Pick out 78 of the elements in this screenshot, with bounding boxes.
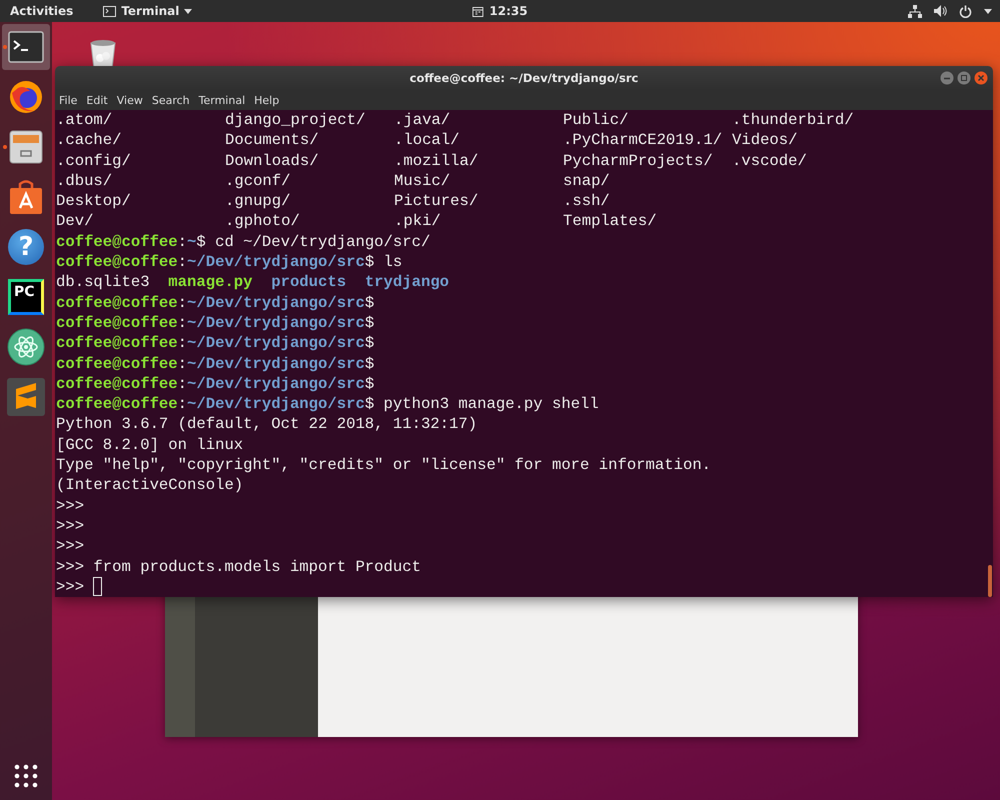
listing-entry: Documents/ — [225, 130, 320, 151]
browser-icon — [8, 79, 44, 115]
terminal-line: (InteractiveConsole) — [56, 475, 244, 496]
file-cabinet-icon — [9, 129, 43, 165]
ide-logo-icon: PC — [8, 279, 44, 315]
listing-entry: Videos/ — [732, 130, 799, 151]
terminal-line: Type "help", "copyright", "credits" or "license" for more information. — [56, 455, 712, 476]
menu-item[interactable]: Search — [152, 94, 190, 106]
listing-entry: Desktop/ — [56, 191, 132, 212]
dock-item[interactable] — [2, 24, 50, 70]
maximize-button[interactable] — [957, 71, 971, 85]
terminal-line: db.sqlite3 manage.py products trydjango — [56, 272, 450, 293]
listing-entry: .dbus/ — [56, 170, 114, 192]
listing-entry: .pki/ — [394, 211, 442, 232]
listing-entry: Templates/ — [563, 211, 658, 232]
menu-item[interactable]: Help — [254, 94, 280, 106]
terminal-line: coffee@coffee:~/Dev/trydjango/src$ — [56, 333, 374, 354]
caret-icon[interactable] — [984, 8, 992, 14]
shopping-bag-icon — [9, 179, 43, 215]
listing-entry: .config/ — [56, 150, 132, 171]
menu-item[interactable]: Terminal — [198, 94, 246, 106]
listing-entry: .ssh/ — [563, 191, 611, 212]
terminal-line: >>> from products.models import Product — [56, 556, 421, 577]
close-button[interactable] — [974, 71, 988, 85]
terminal-line: >>> — [56, 496, 84, 516]
terminal-line: Python 3.6.7 (default, Oct 22 2018, 11:32:17) — [56, 414, 478, 435]
menu-item[interactable]: File — [59, 94, 78, 106]
terminal-line: coffee@coffee:~/Dev/trydjango/src$ — [56, 374, 374, 394]
listing-entry: .vscode/ — [732, 150, 808, 171]
menu-item[interactable]: Edit — [86, 94, 108, 106]
terminal-line: >>> — [56, 516, 84, 536]
help-icon: ? — [8, 229, 44, 265]
listing-entry: .gphoto/ — [225, 211, 301, 232]
calendar-icon — [472, 6, 484, 16]
terminal-line: coffee@coffee:~/Dev/trydjango/src$ python3 manage.py shell — [56, 394, 599, 414]
listing-entry: Pictures/ — [394, 191, 480, 212]
sublime-logo-icon — [7, 378, 45, 416]
terminal-line: coffee@coffee:~/Dev/trydjango/src$ — [56, 312, 374, 334]
listing-entry: .cache/ — [56, 130, 123, 151]
terminal-line: >>> — [56, 576, 84, 597]
power-icon[interactable] — [959, 4, 972, 18]
clock-text[interactable]: 12:35 — [489, 4, 528, 18]
activities-button[interactable]: Activities — [10, 4, 74, 18]
app-menu[interactable]: Terminal — [103, 4, 192, 18]
terminal-line: coffee@coffee:~/Dev/trydjango/src$ — [56, 292, 374, 313]
dock-item[interactable]: PC — [2, 274, 50, 320]
listing-entry: PycharmProjects/ — [563, 150, 714, 171]
network-icon[interactable] — [908, 4, 922, 18]
atom-icon — [7, 328, 45, 366]
listing-entry: .gnupg/ — [225, 191, 292, 212]
listing-entry: .mozilla/ — [394, 150, 480, 171]
minimize-button[interactable] — [940, 71, 954, 85]
terminal-icon — [103, 6, 116, 16]
terminal-line: coffee@coffee:~/Dev/trydjango/src$ — [56, 354, 374, 374]
listing-entry: .PyCharmCE2019.1/ — [563, 130, 724, 151]
caret-icon — [184, 8, 192, 14]
scrollbar-thumb[interactable] — [988, 565, 992, 597]
volume-icon[interactable] — [934, 5, 947, 17]
listing-entry: .atom/ — [56, 110, 114, 130]
listing-entry: snap/ — [563, 170, 611, 192]
listing-entry: django_project/ — [225, 110, 366, 130]
listing-entry: .local/ — [394, 130, 461, 151]
listing-entry: Music/ — [394, 170, 452, 192]
menu-item[interactable]: View — [116, 94, 143, 106]
terminal-line: coffee@coffee:~/Dev/trydjango/src$ ls — [56, 252, 402, 272]
terminal-line: >>> — [56, 536, 84, 557]
terminal-line: coffee@coffee:~$ cd ~/Dev/trydjango/src/ — [56, 232, 430, 252]
listing-entry: .thunderbird/ — [732, 110, 855, 130]
listing-entry: .gconf/ — [225, 170, 292, 192]
terminal-area[interactable] — [55, 110, 993, 597]
listing-entry: Downloads/ — [225, 150, 320, 171]
listing-entry: .java/ — [394, 110, 452, 130]
window-title: coffee@coffee: ~/Dev/trydjango/src — [410, 71, 638, 85]
app-grid-icon[interactable] — [14, 764, 38, 788]
terminal-icon — [8, 31, 44, 63]
listing-entry: Public/ — [563, 110, 630, 130]
listing-entry: Dev/ — [56, 211, 94, 232]
terminal-line: [GCC 8.2.0] on linux — [56, 434, 244, 456]
